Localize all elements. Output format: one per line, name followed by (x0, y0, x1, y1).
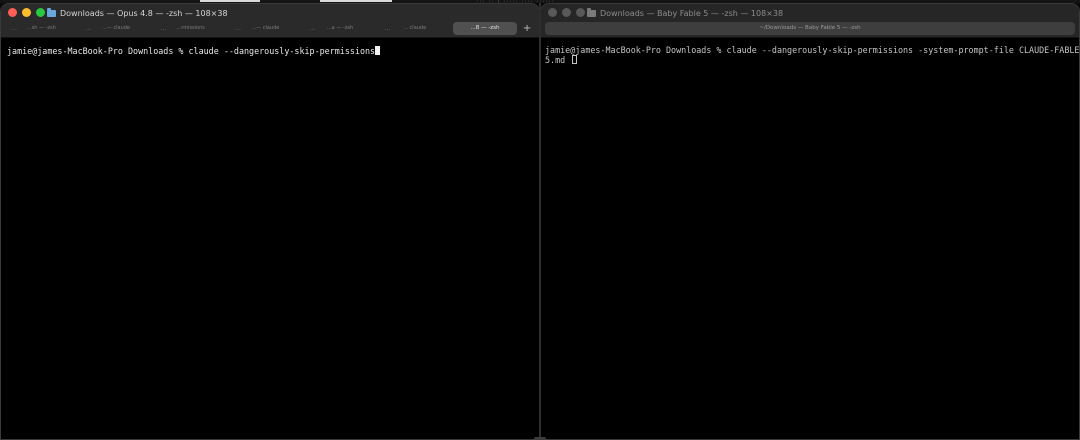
text-cursor (572, 55, 578, 64)
tab-active[interactable]: ...8 — -zsh (453, 21, 518, 35)
terminal-line: jamie@james-MacBook-Pro Downloads % clau… (545, 45, 1080, 55)
terminal-window-left[interactable]: Downloads — Opus 4.8 — -zsh — 108×38 …..… (0, 3, 540, 440)
new-tab-button[interactable]: + (519, 22, 535, 35)
folder-icon (47, 7, 56, 17)
tab-6[interactable]: … ... claude (378, 22, 451, 35)
window-title-text: Downloads — Baby Fable 5 — -zsh — 108×38 (600, 8, 784, 18)
window-title-text: Downloads — Opus 4.8 — -zsh — 108×38 (60, 8, 228, 18)
tab-close-placeholder-icon: … (85, 24, 92, 32)
tab-bar: ~/Downloads — Baby Fable 5 — -zsh (545, 21, 1075, 35)
window-title: Downloads — Opus 4.8 — -zsh — 108×38 (47, 7, 228, 18)
tab-bar: … ...sh — -zsh … ...— claude … ...rmissions… (5, 21, 535, 35)
tab-label: ...a — -zsh (326, 25, 354, 31)
desktop: ··· ·· | ····· ···· ······ Downloads — O… (0, 0, 1080, 440)
tab-close-placeholder-icon: … (384, 24, 391, 32)
maximize-button[interactable] (576, 8, 585, 17)
maximize-button[interactable] (36, 8, 45, 17)
tab-label: ...— claude (251, 25, 280, 31)
terminal-window-right[interactable]: Downloads — Baby Fable 5 — -zsh — 108×38… (540, 3, 1080, 440)
tab-close-placeholder-icon: … (235, 24, 242, 32)
tab-close-placeholder-icon: … (309, 24, 316, 32)
tab-active[interactable]: ~/Downloads — Baby Fable 5 — -zsh (545, 21, 1075, 35)
tab-1[interactable]: … ...sh — -zsh (5, 22, 78, 35)
tab-2[interactable]: … ...— claude (80, 22, 153, 35)
tab-close-placeholder-icon: … (11, 24, 17, 32)
terminal-line: jamie@james-MacBook-Pro Downloads % clau… (7, 46, 376, 56)
window-title: Downloads — Baby Fable 5 — -zsh — 108×38 (587, 7, 784, 18)
tab-5[interactable]: … ...a — -zsh (304, 22, 377, 35)
tab-label: ... claude (403, 25, 427, 31)
window-titlebar[interactable]: Downloads — Baby Fable 5 — -zsh — 108×38… (541, 4, 1079, 38)
tab-label: ...8 — -zsh (470, 25, 500, 31)
tab-label: ...sh — -zsh (26, 25, 56, 31)
tab-close-placeholder-icon: … (160, 24, 167, 32)
tab-3[interactable]: … ...rmissions (154, 22, 227, 35)
traffic-lights (548, 8, 585, 17)
window-titlebar[interactable]: Downloads — Opus 4.8 — -zsh — 108×38 …..… (1, 4, 539, 38)
terminal-line: 5.md (545, 55, 571, 65)
text-cursor (375, 46, 381, 55)
window-split-divider[interactable] (539, 3, 541, 440)
tab-label: ...— claude (102, 25, 130, 31)
close-button[interactable] (548, 8, 557, 17)
strip-segment (320, 0, 392, 2)
minimize-button[interactable] (22, 8, 31, 17)
tab-label: ...rmissions (176, 25, 205, 31)
terminal-output[interactable]: jamie@james-MacBook-Pro Downloads % clau… (541, 39, 1079, 439)
terminal-output[interactable]: jamie@james-MacBook-Pro Downloads % clau… (1, 39, 539, 439)
strip-segment (200, 0, 260, 2)
traffic-lights (8, 8, 45, 17)
folder-icon (587, 7, 596, 17)
minimize-button[interactable] (562, 8, 571, 17)
tab-label: ~/Downloads — Baby Fable 5 — -zsh (759, 25, 861, 31)
close-button[interactable] (8, 8, 17, 17)
tab-4[interactable]: … ...— claude (229, 22, 302, 35)
